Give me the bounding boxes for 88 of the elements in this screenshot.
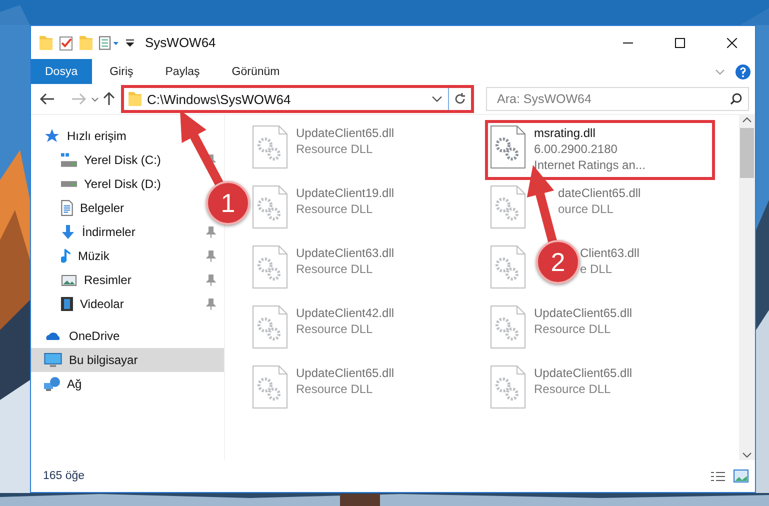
up-arrow-icon xyxy=(103,92,115,106)
scrollbar-thumb[interactable] xyxy=(740,128,754,178)
pin-icon xyxy=(206,274,216,286)
file-name: Client63.dll xyxy=(580,245,640,261)
file-name: dateClient65.dll xyxy=(558,185,641,201)
ribbon-tab[interactable]: Dosya xyxy=(31,59,92,84)
drive-icon xyxy=(61,181,77,187)
ribbon-tab[interactable]: Giriş xyxy=(96,59,148,84)
sidebar-item[interactable]: Hızlı erişim xyxy=(31,124,132,148)
file-detail: 6.00.2900.2180 xyxy=(534,141,618,157)
file-gears-icon xyxy=(490,185,526,229)
file-gears-icon xyxy=(252,365,288,409)
chevron-down-icon xyxy=(432,96,442,102)
network-icon xyxy=(44,377,60,391)
file-name: msrating.dll xyxy=(534,125,596,141)
drive-icon xyxy=(61,152,77,168)
film-icon xyxy=(61,297,73,311)
file-name: UpdateClient19.dll xyxy=(296,185,394,201)
properties-icon xyxy=(99,36,119,50)
maximize-icon xyxy=(675,38,685,48)
sidebar-item[interactable]: Belgeler xyxy=(31,196,130,220)
file-gears-icon xyxy=(490,365,526,409)
sidebar-item[interactable]: Yerel Disk (D:) xyxy=(31,172,167,196)
file-detail: Internet Ratings an... xyxy=(534,157,646,173)
sidebar-item[interactable]: Videolar xyxy=(31,292,130,316)
chevron-down-icon xyxy=(742,450,752,460)
file-gears-icon xyxy=(252,305,288,349)
chevron-down-icon xyxy=(715,68,725,74)
pin-icon xyxy=(206,298,216,310)
file-name: UpdateClient42.dll xyxy=(296,305,394,321)
item-count: 165 öğe xyxy=(43,470,85,482)
music-note-icon xyxy=(61,248,71,264)
chevron-down-icon xyxy=(91,96,99,102)
sidebar-item[interactable]: OneDrive xyxy=(31,324,126,348)
large-icons-view-icon xyxy=(733,469,749,483)
file-gears-icon xyxy=(252,185,288,229)
scrollbar[interactable] xyxy=(739,115,755,460)
window-title: SysWOW64 xyxy=(145,35,216,50)
file-detail: e DLL xyxy=(580,261,612,277)
refresh-icon xyxy=(454,93,466,105)
ribbon-tab[interactable]: Görünüm xyxy=(218,59,294,84)
file-detail: Resource DLL xyxy=(296,321,373,337)
file-detail: Resource DLL xyxy=(534,381,611,397)
file-name: UpdateClient65.dll xyxy=(534,365,632,381)
sidebar-item[interactable]: Yerel Disk (C:) xyxy=(31,148,167,172)
file-detail: Resource DLL xyxy=(296,381,373,397)
sidebar-item[interactable]: Resimler xyxy=(31,268,138,292)
file-gears-icon xyxy=(490,125,526,169)
back-arrow-icon xyxy=(39,93,55,105)
pin-icon xyxy=(206,250,216,262)
checkmark-icon xyxy=(59,34,73,50)
address-bar[interactable]: C:\Windows\SysWOW64 xyxy=(121,85,474,113)
sidebar-item[interactable]: Ağ xyxy=(31,372,88,396)
file-gears-icon xyxy=(490,245,526,289)
details-view-icon xyxy=(711,472,725,480)
pin-icon xyxy=(206,226,216,238)
monitor-icon xyxy=(44,353,62,367)
file-detail: Resource DLL xyxy=(534,321,611,337)
folder-icon xyxy=(39,36,53,50)
folder-icon xyxy=(128,92,142,106)
file-detail: Resource DLL xyxy=(296,261,373,277)
file-gears-icon xyxy=(490,305,526,349)
ribbon-tab[interactable]: Paylaş xyxy=(151,59,214,84)
sidebar-item[interactable]: Müzik xyxy=(31,244,116,268)
image-icon xyxy=(61,274,77,286)
help-icon xyxy=(735,64,751,80)
file-gears-icon xyxy=(252,245,288,289)
star-icon xyxy=(44,128,60,144)
file-detail: Resource DLL xyxy=(296,141,373,157)
cloud-icon xyxy=(44,331,62,341)
file-item[interactable]: msrating.dll 6.00.2900.2180 Internet Ratings an... xyxy=(485,120,715,180)
file-detail: ource DLL xyxy=(558,201,614,217)
download-arrow-icon xyxy=(61,224,75,240)
file-name: UpdateClient65.dll xyxy=(296,125,394,141)
file-name: UpdateClient65.dll xyxy=(534,305,632,321)
dropdown-arrow-icon xyxy=(125,38,135,46)
close-icon xyxy=(727,38,737,48)
file-gears-icon xyxy=(252,125,288,169)
sidebar-item[interactable]: İndirmeler xyxy=(31,220,142,244)
address-path: C:\Windows\SysWOW64 xyxy=(147,92,292,106)
sidebar-item[interactable]: Bu bilgisayar xyxy=(31,348,224,372)
forward-arrow-icon xyxy=(71,93,87,105)
file-name: UpdateClient63.dll xyxy=(296,245,394,261)
folder-icon xyxy=(79,36,93,50)
file-detail: Resource DLL xyxy=(296,201,373,217)
document-icon xyxy=(61,200,73,216)
file-name: UpdateClient65.dll xyxy=(296,365,394,381)
chevron-up-icon xyxy=(742,115,752,125)
